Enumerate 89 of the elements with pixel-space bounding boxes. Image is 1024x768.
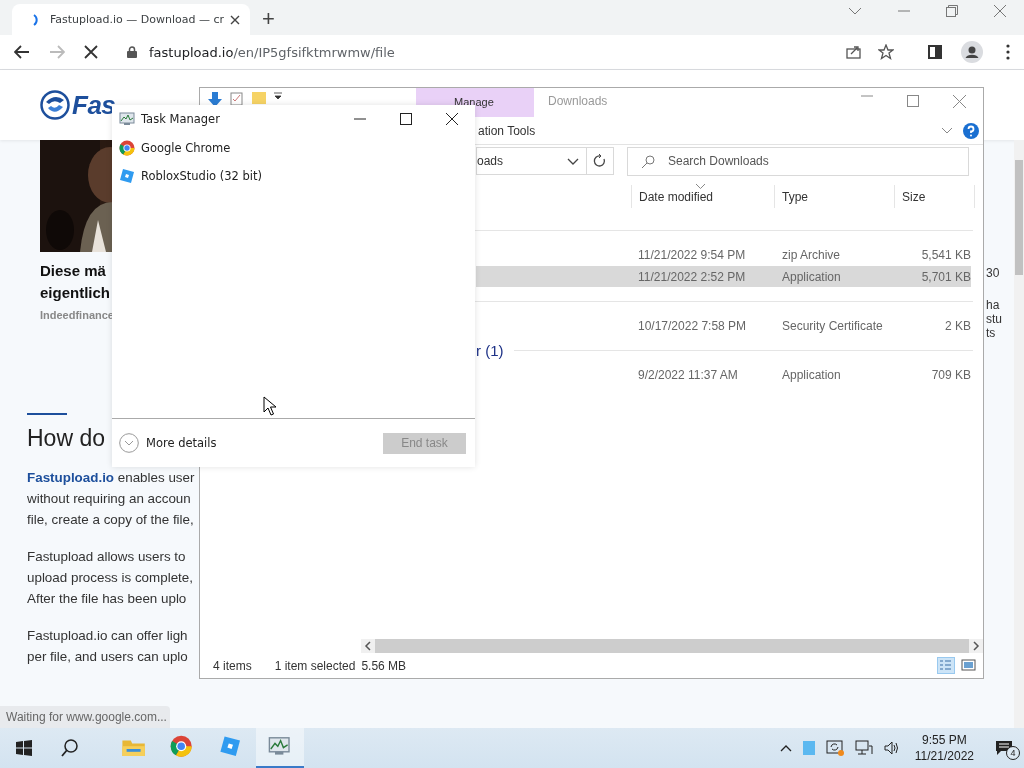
- file-row[interactable]: 11/21/2022 2:52 PM Application 5,701 KB: [476, 266, 971, 287]
- search-field[interactable]: Search Downloads: [627, 146, 969, 176]
- table-cell-text: 11/21/2022 2:52 PM: [637, 269, 747, 284]
- scroll-left-icon[interactable]: [364, 641, 372, 651]
- menu-icon[interactable]: [1006, 44, 1010, 60]
- section-heading: How do: [27, 425, 105, 452]
- chevron-circle-icon: [119, 433, 139, 453]
- ad-headline[interactable]: Diese mä eigentlich: [40, 260, 110, 304]
- text-fragment: ts: [986, 326, 997, 340]
- roblox-icon: [119, 168, 135, 184]
- window-title: Task Manager: [141, 112, 220, 126]
- chrome-icon: [119, 140, 135, 156]
- table-cell-text: 5,541 KB: [920, 247, 972, 262]
- profile-avatar-icon[interactable]: [961, 41, 983, 63]
- text-fragment: ha: [986, 298, 1001, 312]
- maximize-icon[interactable]: [400, 113, 412, 125]
- item-count: 4 items: [213, 658, 252, 673]
- forward-arrow-icon: [49, 45, 65, 59]
- table-cell-text: 709 KB: [930, 367, 972, 382]
- table-cell-text: 10/17/2022 7:58 PM: [637, 318, 748, 333]
- text-fragment: stu: [986, 312, 1003, 326]
- search-icon[interactable]: [61, 739, 79, 757]
- scroll-right-icon[interactable]: [972, 641, 980, 651]
- window-title: Downloads: [548, 94, 608, 108]
- link[interactable]: Fastupload.io: [27, 470, 115, 485]
- app-list-item[interactable]: Google Chrome: [112, 134, 475, 162]
- chevron-down-icon[interactable]: [567, 157, 579, 165]
- table-cell-text: 5,701 KB: [920, 269, 972, 284]
- paragraph: Fastupload allows users to upload process is complete, After the file has been uplo: [27, 548, 193, 608]
- sidebar-icon[interactable]: [928, 45, 942, 59]
- sync-icon[interactable]: [825, 740, 844, 756]
- horizontal-scrollbar[interactable]: [361, 639, 983, 653]
- table-cell-text: Application: [781, 269, 842, 284]
- paragraph: Fastupload.io can offer ligh per file, and users can uplo: [27, 627, 188, 666]
- help-icon[interactable]: [963, 122, 979, 139]
- address-bar[interactable]: fastupload.io/en/IP5gfsifktmrwmw/file: [117, 37, 904, 67]
- paragraph: Fastupload.io enables user without requiring an accoun file, create a copy of the file,: [27, 469, 195, 529]
- sort-caret-icon: [696, 184, 705, 189]
- address-field[interactable]: oads: [476, 147, 586, 175]
- back-arrow-icon[interactable]: [14, 45, 30, 59]
- close-icon[interactable]: [230, 14, 240, 25]
- selection-size: 5.56 MB: [361, 658, 407, 673]
- table-cell-text: 9/2/2022 11:37 AM: [637, 367, 739, 382]
- site-logo[interactable]: Fas: [72, 89, 116, 121]
- status-text: Waiting for www.google.com...: [0, 706, 170, 728]
- file-row[interactable]: 11/21/2022 9:54 PM zip Archive 5,541 KB: [476, 244, 971, 265]
- table-cell-text: 2 KB: [944, 318, 972, 333]
- restore-icon[interactable]: [946, 4, 958, 17]
- more-details-toggle[interactable]: More details: [119, 433, 217, 453]
- browser-tab[interactable]: Fastupload.io — Download — cr: [12, 4, 250, 35]
- lock-icon: [127, 46, 137, 58]
- stop-icon[interactable]: [84, 45, 98, 59]
- mouse-pointer-icon: [263, 396, 276, 416]
- clock[interactable]: 9:55 PM 11/21/2022: [914, 732, 974, 764]
- search-icon: [641, 154, 655, 169]
- group-header[interactable]: r (1): [476, 341, 504, 359]
- close-icon[interactable]: [446, 113, 458, 125]
- ribbon-tab[interactable]: ation Tools: [478, 123, 536, 138]
- windows-start-icon[interactable]: [16, 740, 32, 756]
- ad-source: Indeedfinance: [40, 309, 114, 321]
- selection-info: 1 item selected: [274, 658, 356, 673]
- volume-icon[interactable]: [883, 741, 900, 755]
- column-header[interactable]: Type: [775, 185, 895, 208]
- roblox-icon[interactable]: [219, 735, 243, 759]
- properties-icon[interactable]: [230, 92, 244, 106]
- download-arrow-icon[interactable]: [208, 92, 222, 108]
- refresh-icon[interactable]: [586, 147, 614, 175]
- dropdown-icon[interactable]: [274, 92, 282, 100]
- column-header[interactable]: Size: [895, 185, 975, 208]
- tiles-view-icon[interactable]: [960, 657, 978, 674]
- notification-button[interactable]: 4: [984, 728, 1024, 768]
- table-cell-text: 11/21/2022 9:54 PM: [637, 247, 747, 262]
- file-row[interactable]: 10/17/2022 7:58 PM Security Certificate 2 KB: [476, 315, 971, 336]
- text-fragment: 30: [986, 266, 1001, 280]
- task-manager-icon: [119, 111, 135, 127]
- table-cell-text: zip Archive: [781, 247, 842, 262]
- app-list-item[interactable]: RobloxStudio (32 bit): [112, 162, 475, 190]
- chevron-up-icon[interactable]: [779, 744, 792, 752]
- file-row[interactable]: 9/2/2022 11:37 AM Application 709 KB: [476, 364, 971, 385]
- star-icon[interactable]: [878, 44, 894, 60]
- table-cell-text: Security Certificate: [781, 318, 884, 333]
- share-icon[interactable]: [846, 45, 862, 59]
- column-header[interactable]: Date modified: [631, 185, 775, 208]
- table-cell-text: Application: [781, 367, 842, 382]
- chrome-icon[interactable]: [170, 735, 194, 759]
- logo-icon: [40, 90, 70, 120]
- network-icon[interactable]: [854, 740, 873, 756]
- new-tab-button[interactable]: +: [262, 6, 275, 32]
- scrollbar[interactable]: [1014, 140, 1024, 728]
